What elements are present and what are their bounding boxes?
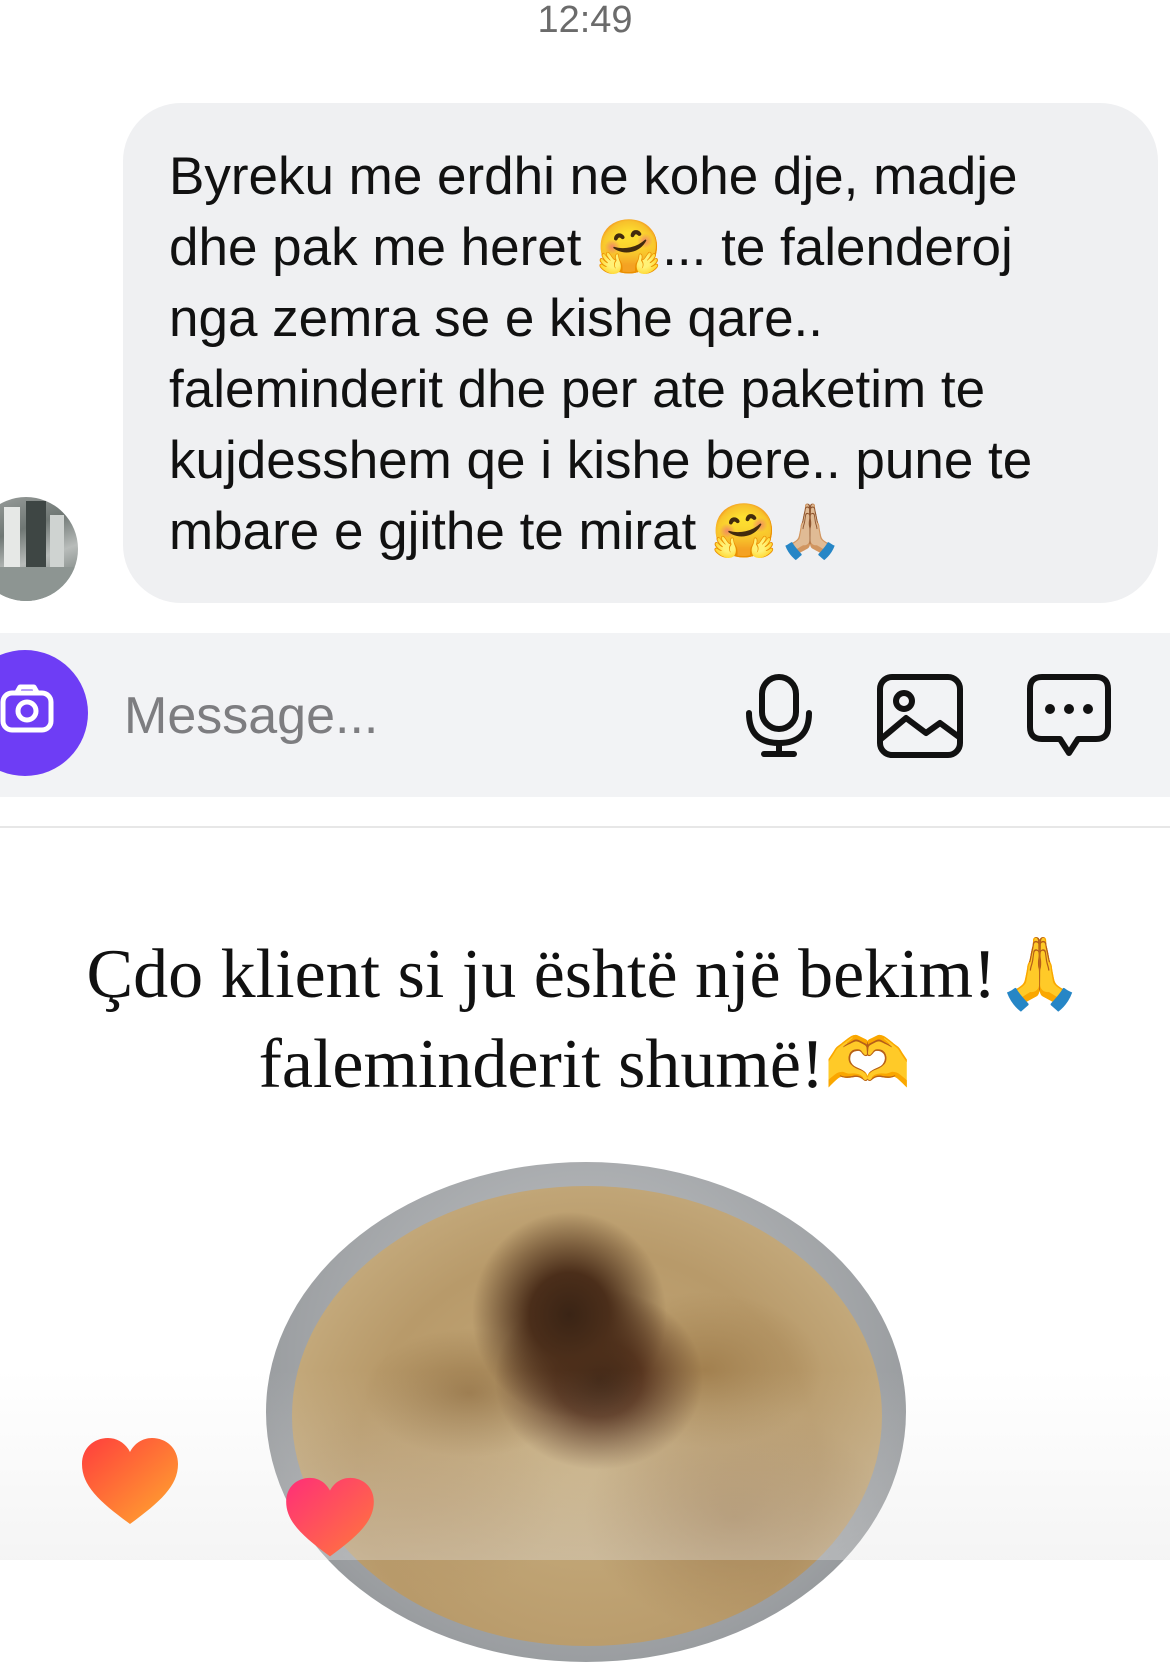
caption-line-1: Çdo klient si ju është një bekim!🙏 (86, 936, 1084, 1013)
message-input[interactable] (124, 681, 684, 751)
camera-icon (0, 684, 54, 733)
heart-icon (286, 1477, 374, 1557)
heart-icon (82, 1438, 178, 1524)
image-icon[interactable] (876, 673, 964, 759)
section-divider (0, 826, 1170, 828)
camera-button[interactable] (0, 650, 88, 776)
story-caption: Çdo klient si ju është një bekim!🙏 falem… (0, 930, 1170, 1110)
sender-avatar[interactable] (0, 497, 78, 601)
received-message-bubble[interactable]: Byreku me erdhi ne kohe dje, madje dhe p… (123, 103, 1158, 603)
caption-line-2: faleminderit shumë!🫶 (258, 1026, 912, 1103)
sticker-message-icon[interactable] (1026, 673, 1112, 759)
message-timestamp: 12:49 (537, 0, 633, 41)
message-composer (0, 633, 1170, 797)
microphone-icon[interactable] (744, 673, 814, 759)
message-text: Byreku me erdhi ne kohe dje, madje dhe p… (169, 147, 1033, 561)
